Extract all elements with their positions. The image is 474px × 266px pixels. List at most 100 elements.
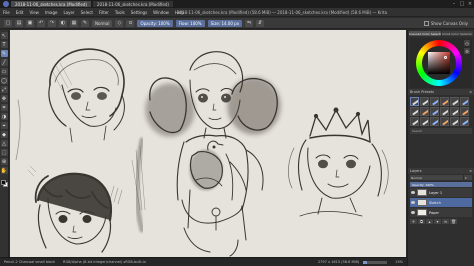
line-tool-icon[interactable]: ╱ <box>0 59 8 66</box>
tab-small-color-selector[interactable]: Small Color Selector <box>441 31 473 36</box>
menu-settings[interactable]: Settings <box>128 10 150 15</box>
brush-preset[interactable] <box>440 97 449 106</box>
delete-layer-icon[interactable]: 🗑 <box>450 219 457 224</box>
menu-help[interactable]: Help <box>172 10 187 15</box>
menu-edit[interactable]: Edit <box>13 10 27 15</box>
fill-tool-icon[interactable]: ◆ <box>0 131 8 138</box>
visibility-eye-icon[interactable] <box>411 191 415 194</box>
pattern-icon[interactable]: ▦ <box>70 19 78 27</box>
zoom-tool-icon[interactable]: ⊕ <box>0 158 8 165</box>
brush-preset[interactable] <box>410 97 419 106</box>
maximize-icon[interactable]: □ <box>458 1 466 7</box>
window-tab-1[interactable]: 2018-11-06_sketches.kra (Modified) <box>11 1 91 7</box>
move-layer-down-icon[interactable]: ▾ <box>434 219 441 224</box>
redo-icon[interactable]: ↷ <box>48 19 56 27</box>
color-picker-handle-icon[interactable] <box>444 56 447 59</box>
fg-bg-color-swatch[interactable] <box>0 180 8 187</box>
rectangle-tool-icon[interactable]: ▭ <box>0 68 8 75</box>
status-zoom-level[interactable]: 15% <box>395 260 403 264</box>
mirror-vertical-icon[interactable]: ⇵ <box>256 19 265 27</box>
layer-item[interactable]: Paper <box>410 208 472 217</box>
zoom-slider[interactable] <box>363 260 388 264</box>
show-canvas-only-toggle[interactable]: Show Canvas Only <box>423 20 474 27</box>
flow-slider[interactable]: Flow: 100% <box>175 19 205 27</box>
brush-preset[interactable] <box>460 97 469 106</box>
brush-preset[interactable] <box>450 117 459 126</box>
menu-view[interactable]: View <box>26 10 42 15</box>
move-layer-up-icon[interactable]: ▴ <box>426 219 433 224</box>
minimize-icon[interactable]: – <box>450 1 458 7</box>
saturation-value-square[interactable] <box>428 52 450 74</box>
brush-preset[interactable] <box>430 117 439 126</box>
tab-advanced-color-selector[interactable]: Advanced Color Selector <box>409 31 441 36</box>
menu-window[interactable]: Window <box>150 10 172 15</box>
brush-preset[interactable] <box>460 107 469 116</box>
ellipse-tool-icon[interactable]: ◯ <box>0 77 8 84</box>
rect-select-icon[interactable]: ⬚ <box>0 149 8 156</box>
pan-tool-icon[interactable]: ✋ <box>0 167 8 174</box>
gradient-tool-icon[interactable]: ◑ <box>0 113 8 120</box>
menu-select[interactable]: Select <box>78 10 96 15</box>
opacity-slider[interactable]: Opacity: 100% <box>137 19 173 27</box>
layer-thumbnail <box>417 189 427 196</box>
foreground-color-swatch[interactable] <box>0 180 6 185</box>
alpha-lock-icon[interactable]: α <box>126 19 135 27</box>
brush-preset[interactable] <box>450 107 459 116</box>
transform-tool-icon[interactable]: ⤢ <box>0 86 8 93</box>
menu-layer[interactable]: Layer <box>60 10 77 15</box>
menu-file[interactable]: File <box>0 10 13 15</box>
new-document-icon[interactable]: ▢ <box>4 19 12 27</box>
brush-preset[interactable] <box>440 107 449 116</box>
brush-preset[interactable] <box>420 97 429 106</box>
select-shapes-icon[interactable]: ↖ <box>0 32 8 39</box>
blend-mode-select[interactable]: Normal <box>92 19 113 27</box>
brush-preset[interactable] <box>420 107 429 116</box>
brush-preset[interactable] <box>450 97 459 106</box>
layer-blend-mode-select[interactable]: Normal <box>410 175 463 180</box>
add-layer-icon[interactable]: + <box>410 219 417 224</box>
duplicate-layer-icon[interactable]: ⧉ <box>418 219 425 224</box>
save-icon[interactable]: ▣ <box>26 19 34 27</box>
menu-image[interactable]: Image <box>42 10 61 15</box>
brush-search-input[interactable]: Search <box>410 128 472 134</box>
show-canvas-only-label: Show Canvas Only <box>430 20 468 26</box>
window-tab-2[interactable]: 2018-11-06_sketches.kra (Modified) <box>92 1 173 7</box>
mirror-horizontal-icon[interactable]: ⇋ <box>245 19 254 27</box>
brush-preset[interactable] <box>410 107 419 116</box>
close-icon[interactable]: × <box>466 1 474 7</box>
brush-preset[interactable] <box>460 117 469 126</box>
color-settings-icon[interactable]: ⚙ <box>464 48 470 54</box>
brush-preset[interactable] <box>410 117 419 126</box>
close-docker-icon[interactable]: × <box>469 90 472 94</box>
menu-tools[interactable]: Tools <box>112 10 128 15</box>
size-slider[interactable]: Size: 14.00 px <box>207 19 243 27</box>
freehand-brush-icon[interactable]: ✎ <box>0 50 8 57</box>
gradient-icon[interactable]: ◐ <box>59 19 67 27</box>
text-tool-icon[interactable]: T <box>0 41 8 48</box>
layer-opacity-slider[interactable]: Opacity: 100% <box>410 182 472 187</box>
layer-properties-icon[interactable]: ≡ <box>442 219 449 224</box>
advanced-color-selector[interactable]: ◷ ⚙ <box>410 38 472 88</box>
drawing-canvas[interactable] <box>10 30 406 257</box>
brush-preset[interactable] <box>440 117 449 126</box>
assistant-tool-icon[interactable]: △ <box>0 140 8 147</box>
crop-tool-icon[interactable]: ⌗ <box>0 104 8 111</box>
open-document-icon[interactable]: ▤ <box>15 19 23 27</box>
brush-preset[interactable] <box>420 117 429 126</box>
visibility-eye-icon[interactable] <box>411 211 415 214</box>
layer-filter-icon[interactable]: ▾ <box>464 175 472 180</box>
brush-preset-icon[interactable]: ✎ <box>81 19 89 27</box>
color-history-icon[interactable]: ◷ <box>464 40 470 46</box>
color-picker-icon[interactable]: ⌖ <box>0 122 8 129</box>
layer-item-selected[interactable]: Sketch <box>410 198 472 207</box>
brush-preset[interactable] <box>430 97 439 106</box>
brush-preset[interactable] <box>430 107 439 116</box>
layer-item[interactable]: Layer 1 <box>410 188 472 197</box>
close-docker-icon[interactable]: × <box>469 169 472 173</box>
menu-filter[interactable]: Filter <box>96 10 112 15</box>
undo-icon[interactable]: ↶ <box>37 19 45 27</box>
status-current-brush: Pencil-2 Charcoal small block <box>4 260 56 264</box>
visibility-eye-icon[interactable] <box>411 201 415 204</box>
move-tool-icon[interactable]: ✥ <box>0 95 8 102</box>
eraser-toggle-icon[interactable]: ◇ <box>115 19 124 27</box>
